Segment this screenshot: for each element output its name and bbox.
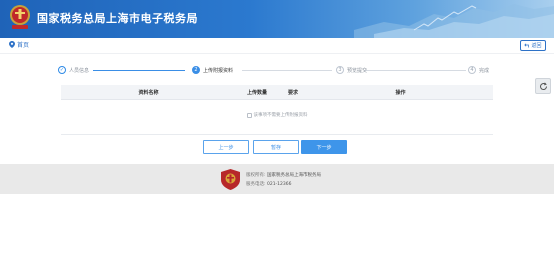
home-link[interactable]: 首页 <box>9 40 29 49</box>
step-connector <box>364 70 466 71</box>
page-root: 国家税务总局上海市电子税务局 首页 返回 ✓ 人员信息 2 上传附报资料 3 预… <box>0 0 554 260</box>
great-wall-banner-image <box>354 4 554 38</box>
col-header-requirement: 要求 <box>287 89 298 96</box>
col-header-actions: 操作 <box>395 89 406 96</box>
step-2: 2 上传附报资料 <box>192 66 233 74</box>
empty-note: 该事项不需要上传附报资料 <box>61 112 493 118</box>
back-button[interactable]: 返回 <box>520 40 546 51</box>
page-blank-area <box>0 194 554 260</box>
step-3-number: 3 <box>336 66 344 74</box>
return-arrow-icon <box>524 43 530 48</box>
location-pin-icon <box>9 41 15 48</box>
col-header-count: 上传数量 <box>246 89 267 96</box>
next-step-button[interactable]: 下一步 <box>301 140 347 154</box>
tax-emblem-icon <box>10 5 30 29</box>
footer-phone: 服务电话: 021-12366 <box>246 180 321 189</box>
checkbox-icon <box>246 112 252 118</box>
breadcrumb-bar: 首页 返回 <box>0 38 554 54</box>
step-1: ✓ 人员信息 <box>58 66 89 74</box>
table-header: 资料名称 上传数量 要求 操作 <box>61 85 493 100</box>
prev-step-button[interactable]: 上一步 <box>203 140 249 154</box>
divider <box>61 134 493 135</box>
step-3-label: 预览提交 <box>347 67 368 74</box>
progress-steps: ✓ 人员信息 2 上传附报资料 3 预览提交 4 完成 <box>58 66 490 76</box>
refresh-icon <box>539 81 547 90</box>
phone-label: 服务电话: <box>246 182 266 187</box>
save-draft-button[interactable]: 暂存 <box>253 140 299 154</box>
copyright-label: 版权所有: <box>246 173 266 178</box>
attachments-table: 资料名称 上传数量 要求 操作 该事项不需要上传附报资料 <box>61 85 493 118</box>
step-4: 4 完成 <box>468 66 489 74</box>
copyright-value: 国家税务总局上海市税务局 <box>266 173 321 178</box>
step-2-label: 上传附报资料 <box>203 67 234 74</box>
step-4-number: 4 <box>468 66 476 74</box>
site-title: 国家税务总局上海市电子税务局 <box>37 12 198 25</box>
empty-note-text: 该事项不需要上传附报资料 <box>253 113 308 118</box>
col-header-name: 资料名称 <box>138 89 159 96</box>
site-header: 国家税务总局上海市电子税务局 <box>0 0 554 38</box>
back-button-label: 返回 <box>531 43 542 49</box>
step-connector <box>242 70 332 71</box>
step-connector <box>93 70 185 71</box>
step-4-label: 完成 <box>479 67 490 74</box>
footer-copyright: 版权所有: 国家税务总局上海市税务局 <box>246 171 321 180</box>
step-1-check-icon: ✓ <box>58 66 66 74</box>
step-3: 3 预览提交 <box>336 66 367 74</box>
footer-info: 版权所有: 国家税务总局上海市税务局 服务电话: 021-12366 <box>246 171 321 189</box>
home-link-label: 首页 <box>17 42 30 49</box>
step-1-label: 人员信息 <box>69 67 90 74</box>
main-content: ✓ 人员信息 2 上传附报资料 3 预览提交 4 完成 资料名称 上传数量 要求… <box>0 54 554 164</box>
footer-tax-emblem-icon <box>221 169 240 190</box>
site-footer: 版权所有: 国家税务总局上海市税务局 服务电话: 021-12366 <box>0 164 554 194</box>
floating-refresh-tool[interactable] <box>535 78 551 94</box>
action-buttons: 上一步 暂存 下一步 <box>0 140 554 154</box>
phone-value: 021-12366 <box>266 182 292 187</box>
step-2-number: 2 <box>192 66 200 74</box>
